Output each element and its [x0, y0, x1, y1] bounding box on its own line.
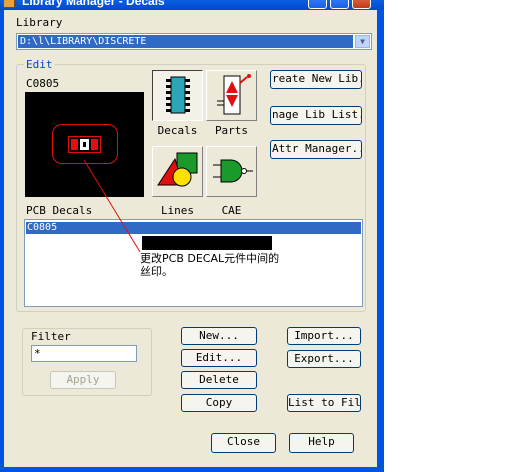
- cae-icon: [213, 159, 253, 183]
- lines-mode-label: Lines: [160, 204, 195, 217]
- lines-icon: [157, 152, 198, 187]
- decals-icon: [166, 76, 190, 114]
- manage-lib-list-button[interactable]: nage Lib List..: [270, 106, 362, 125]
- parts-mode-label: Parts: [214, 124, 249, 137]
- library-label: Library: [16, 16, 63, 29]
- copy-button[interactable]: Copy: [181, 394, 257, 412]
- export-button[interactable]: Export...: [287, 350, 361, 368]
- close-window-button[interactable]: [352, 0, 371, 9]
- redaction-bar: [142, 236, 272, 250]
- app-icon: [3, 0, 15, 8]
- parts-icon: [217, 74, 251, 115]
- close-button[interactable]: Close: [211, 433, 276, 453]
- title-bar[interactable]: Library Manager - Decals: [0, 0, 384, 10]
- list-item[interactable]: C0805: [26, 222, 361, 234]
- filter-label: Filter: [31, 330, 71, 343]
- apply-button[interactable]: Apply: [50, 371, 116, 389]
- edit-button[interactable]: Edit...: [181, 349, 257, 367]
- filter-input[interactable]: *: [31, 345, 137, 362]
- attr-manager-button[interactable]: Attr Manager...: [270, 140, 362, 159]
- annotation-text: 更改PCB DECAL元件中间的丝印。: [140, 252, 280, 278]
- lines-mode-button[interactable]: [152, 146, 203, 197]
- new-button[interactable]: New...: [181, 327, 257, 345]
- help-button[interactable]: Help: [289, 433, 354, 453]
- edit-group-label: Edit: [24, 58, 55, 71]
- library-dropdown[interactable]: D:\l\LIBRARY\DISCRETE ▼: [16, 33, 372, 50]
- import-button[interactable]: Import...: [287, 327, 361, 345]
- minimize-button[interactable]: [308, 0, 327, 9]
- cae-mode-button[interactable]: [206, 146, 257, 197]
- list-to-file-button[interactable]: List to File: [287, 394, 361, 412]
- decals-mode-label: Decals: [157, 124, 198, 137]
- current-item-label: C0805: [26, 77, 60, 90]
- parts-mode-button[interactable]: [206, 70, 257, 121]
- library-selected-value: D:\l\LIBRARY\DISCRETE: [18, 35, 353, 48]
- window-title: Library Manager - Decals: [22, 0, 165, 8]
- create-new-lib-button[interactable]: reate New Lib..: [270, 70, 362, 89]
- maximize-button[interactable]: [330, 0, 349, 9]
- chevron-down-icon[interactable]: ▼: [355, 35, 370, 48]
- pcb-decals-label: PCB Decals: [26, 204, 93, 217]
- decal-preview-part: [68, 136, 101, 153]
- cae-mode-label: CAE: [221, 204, 242, 217]
- delete-button[interactable]: Delete: [181, 371, 257, 389]
- decals-mode-button[interactable]: [152, 70, 203, 121]
